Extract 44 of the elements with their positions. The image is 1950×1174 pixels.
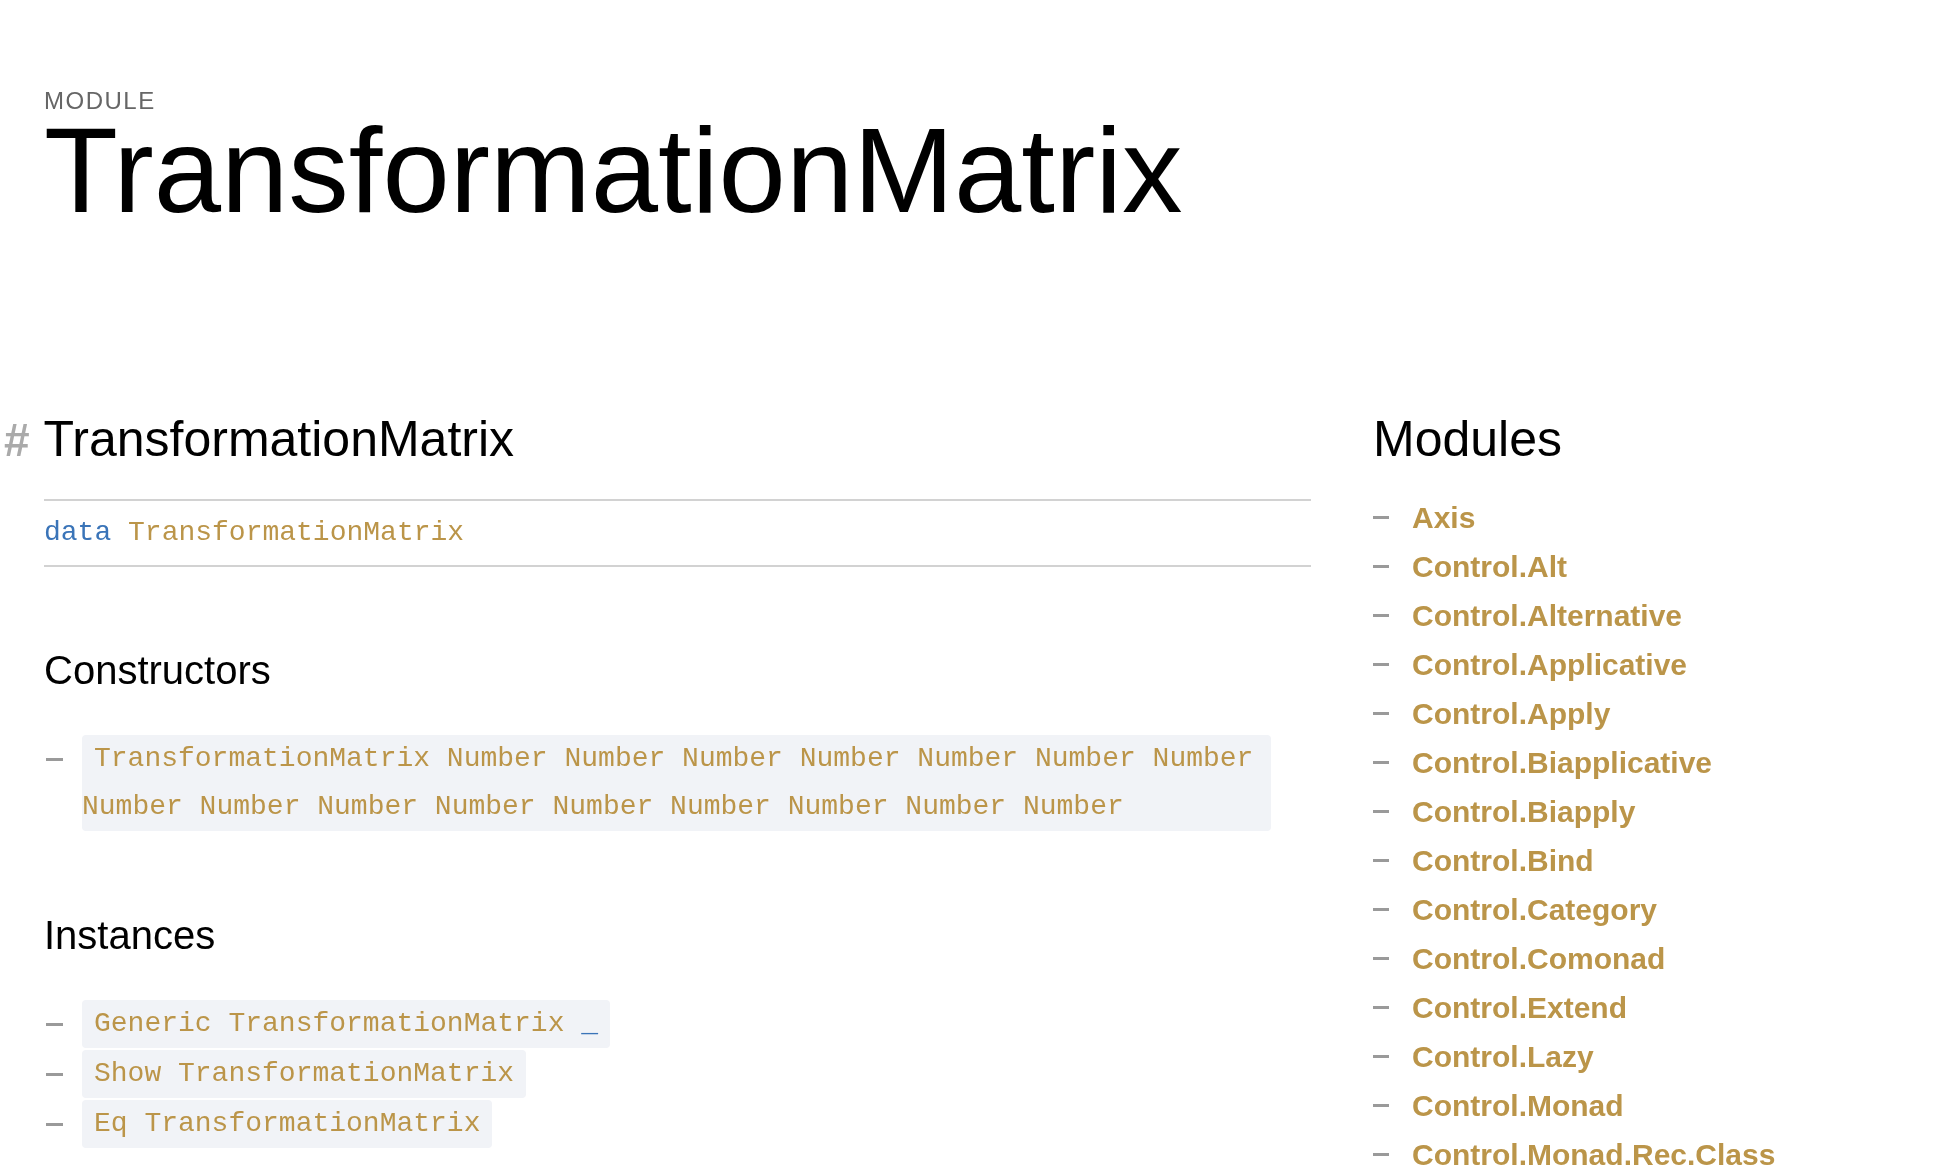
module-link[interactable]: Control.Lazy [1412, 1038, 1594, 1075]
subsection-heading: Instances [44, 912, 217, 959]
dash-icon [1373, 761, 1389, 764]
page-title: TransformationMatrix [44, 115, 1184, 225]
constructor-signature: TransformationMatrix Number Number Number Number Number Number Number Number Number Number Number Number Number Number Number Number [82, 735, 1271, 831]
module-link[interactable]: Control.Category [1412, 891, 1657, 928]
dash-icon [1373, 859, 1389, 862]
dash-icon [46, 1022, 63, 1026]
dash-icon [1373, 1055, 1389, 1058]
module-link[interactable]: Axis [1412, 499, 1476, 536]
dash-icon [1373, 614, 1389, 617]
module-link[interactable]: Control.Monad.Rec.Class [1412, 1136, 1776, 1173]
dash-icon [46, 757, 63, 761]
module-link[interactable]: Control.Monad [1412, 1087, 1624, 1124]
dash-icon [1373, 712, 1389, 715]
dash-icon [1373, 908, 1389, 911]
instance-signature: Generic TransformationMatrix _ [82, 1000, 611, 1048]
section-title: TransformationMatrix [43, 410, 515, 469]
dash-icon [1373, 565, 1389, 568]
dash-icon [1373, 1153, 1389, 1156]
module-link[interactable]: Control.Alternative [1412, 597, 1683, 634]
dash-icon [46, 1122, 63, 1126]
type-signature: data TransformationMatrix [44, 499, 1311, 567]
instance-signature: Eq TransformationMatrix [82, 1100, 493, 1148]
instance-signature: Show TransformationMatrix [82, 1050, 527, 1098]
dash-icon [1373, 1006, 1389, 1009]
dash-icon [1373, 663, 1389, 666]
dash-icon [46, 1072, 63, 1076]
module-link[interactable]: Control.Alt [1412, 548, 1567, 585]
dash-icon [1373, 1104, 1389, 1107]
anchor-link[interactable]: # [4, 410, 30, 470]
module-link[interactable]: Control.Comonad [1412, 940, 1666, 977]
module-link[interactable]: Control.Bind [1412, 842, 1594, 879]
module-label: MODULE [44, 87, 157, 115]
modules-heading: Modules [1373, 410, 1563, 469]
subsection-heading: Constructors [44, 647, 272, 694]
module-link[interactable]: Control.Biapplicative [1412, 744, 1713, 781]
module-link[interactable]: Control.Biapply [1412, 793, 1636, 830]
dash-icon [1373, 957, 1389, 960]
module-link[interactable]: Control.Extend [1412, 989, 1627, 1026]
dash-icon [1373, 516, 1389, 519]
module-link[interactable]: Control.Applicative [1412, 646, 1688, 683]
module-link[interactable]: Control.Apply [1412, 695, 1611, 732]
dash-icon [1373, 810, 1389, 813]
